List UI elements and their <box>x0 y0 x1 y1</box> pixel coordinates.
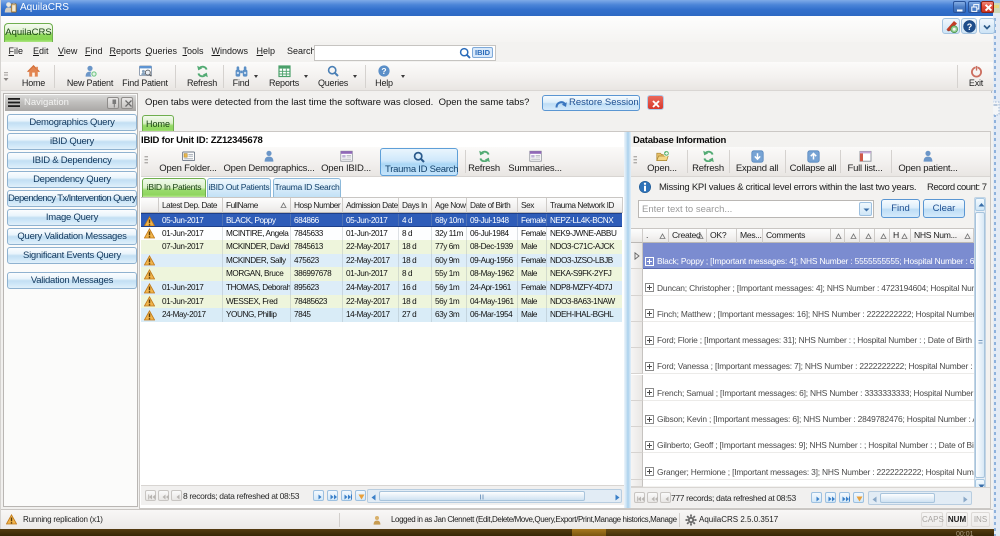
svg-text:?: ? <box>381 66 386 76</box>
svg-text:?: ? <box>967 22 973 32</box>
